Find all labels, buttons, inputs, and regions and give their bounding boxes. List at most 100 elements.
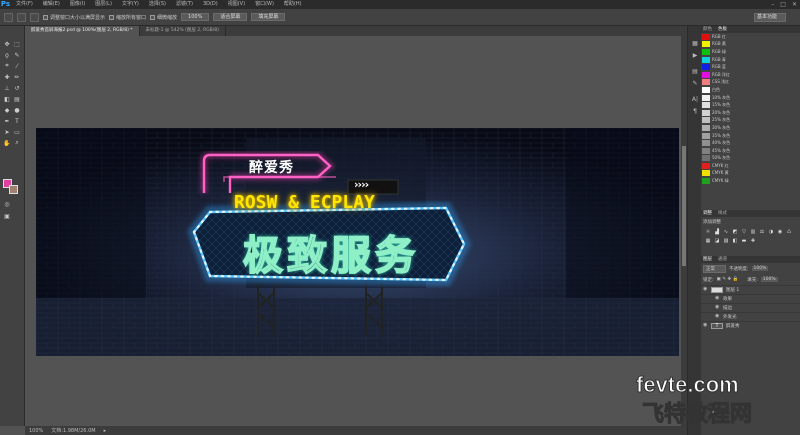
vibrance-icon[interactable]: ▽ <box>741 229 747 235</box>
crop-tool-icon[interactable]: ⌗ <box>3 62 11 70</box>
color-lookup-icon[interactable]: ▦ <box>705 238 711 244</box>
scrubby-zoom-checkbox[interactable]: 细微缩放 <box>150 14 177 21</box>
zoom-tool-icon[interactable]: ⌕ <box>13 139 21 147</box>
resize-windows-checkbox[interactable]: 调整窗口大小以满屏显示 <box>43 14 105 21</box>
status-arrow-icon[interactable]: ▸ <box>104 428 107 434</box>
swatch-color[interactable] <box>702 147 710 154</box>
history-panel-icon[interactable]: ▦ <box>691 40 699 48</box>
tab-swatches[interactable]: 色板 <box>718 26 727 33</box>
zoom-100-button[interactable]: 100% <box>181 13 210 21</box>
swatch-color[interactable] <box>702 124 710 131</box>
layer-row[interactable]: ◉ T 醉爱秀 <box>701 320 800 330</box>
swatch-item[interactable]: 35% 灰色 <box>701 132 800 140</box>
menu-type[interactable]: 文字(Y) <box>117 0 144 9</box>
swatch-color[interactable] <box>702 155 710 162</box>
threshold-icon[interactable]: ◧ <box>732 238 738 244</box>
swatch-item[interactable]: 25% 灰色 <box>701 117 800 125</box>
swatch-color[interactable] <box>702 170 710 177</box>
character-panel-icon[interactable]: A| <box>691 96 699 104</box>
visibility-eye-icon[interactable]: ◉ <box>703 287 708 292</box>
swatch-item[interactable]: CSS 浅红 <box>701 79 800 87</box>
swatch-color[interactable] <box>702 109 710 116</box>
fit-screen-button[interactable]: 适合屏幕 <box>213 13 248 21</box>
swatch-color[interactable] <box>702 132 710 139</box>
layer-row[interactable]: ◉ 描边 <box>701 302 800 312</box>
checkbox-box[interactable] <box>109 14 115 20</box>
zoom-out-icon[interactable] <box>30 12 39 22</box>
swatch-item[interactable]: RGB 红 <box>701 33 800 41</box>
move-tool-icon[interactable]: ✥ <box>3 40 11 48</box>
actions-panel-icon[interactable]: ▶ <box>691 52 699 60</box>
tab-document-1[interactable]: 醉爱秀首屏海报2.psd @ 100%(图层 2, RGB/8) * <box>25 26 140 36</box>
path-select-icon[interactable]: ➤ <box>3 128 11 136</box>
swatch-item[interactable]: 40% 灰色 <box>701 139 800 147</box>
fill-field[interactable]: 100% <box>760 277 778 283</box>
invert-icon[interactable]: ◪ <box>714 238 720 244</box>
screen-mode-icon[interactable]: ▣ <box>3 212 11 220</box>
swatch-item[interactable]: 20% 灰色 <box>701 109 800 117</box>
swatch-color[interactable] <box>702 94 710 101</box>
menu-window[interactable]: 窗口(W) <box>250 0 279 9</box>
paragraph-panel-icon[interactable]: ¶ <box>691 108 699 116</box>
dodge-tool-icon[interactable]: ● <box>13 106 21 114</box>
swatch-color[interactable] <box>702 48 710 55</box>
swatch-item[interactable]: 50% 灰色 <box>701 155 800 163</box>
tab-channels[interactable]: 通道 <box>718 256 727 263</box>
swatch-item[interactable]: RGB 青 <box>701 56 800 64</box>
menu-select[interactable]: 选择(S) <box>144 0 171 9</box>
poster-canvas[interactable]: 醉爱秀 ›››› ROSW & ECPLAY 极致服务 <box>36 128 679 356</box>
layer-row[interactable]: ◉ 图层 1 <box>701 284 800 294</box>
zoom-all-checkbox[interactable]: 缩放所有窗口 <box>109 14 146 21</box>
checkbox-box[interactable] <box>150 14 156 20</box>
healing-brush-icon[interactable]: ✚ <box>3 73 11 81</box>
marquee-tool-icon[interactable]: ⬚ <box>13 40 21 48</box>
scrollbar-thumb[interactable] <box>682 146 686 266</box>
lock-icons[interactable]: ▣ ✎ ✥ 🔒 <box>717 277 739 282</box>
exposure-icon[interactable]: ◩ <box>732 229 738 235</box>
visibility-eye-icon[interactable]: ◉ <box>715 314 720 319</box>
zoom-in-icon[interactable] <box>17 12 26 22</box>
stamp-tool-icon[interactable]: ⊥ <box>3 84 11 92</box>
swatch-item[interactable]: RGB 洋红 <box>701 71 800 79</box>
close-icon[interactable]: ✕ <box>792 0 797 9</box>
swatch-item[interactable]: RGB 蓝 <box>701 63 800 71</box>
blur-tool-icon[interactable]: ◆ <box>3 106 11 114</box>
swatch-item[interactable]: RGB 绿 <box>701 48 800 56</box>
hue-saturation-icon[interactable]: ▥ <box>750 229 756 235</box>
swatch-color[interactable] <box>702 117 710 124</box>
swatch-color[interactable] <box>702 41 710 48</box>
visibility-eye-icon[interactable]: ◉ <box>715 305 720 310</box>
minimize-icon[interactable]: – <box>771 0 774 9</box>
swatch-color[interactable] <box>702 33 710 40</box>
swatch-color[interactable] <box>702 71 710 78</box>
shape-tool-icon[interactable]: ▭ <box>13 128 21 136</box>
quick-select-icon[interactable]: ✎ <box>13 51 21 59</box>
swatch-color[interactable] <box>702 102 710 109</box>
brightness-icon[interactable]: ☼ <box>705 229 711 235</box>
swatch-item[interactable]: 15% 灰色 <box>701 101 800 109</box>
background-color[interactable] <box>9 185 18 194</box>
swatch-color[interactable] <box>702 140 710 147</box>
menu-layer[interactable]: 图层(L) <box>90 0 117 9</box>
tab-layers[interactable]: 图层 <box>703 256 712 263</box>
swatch-color[interactable] <box>702 178 710 185</box>
maximize-icon[interactable]: □ <box>780 0 786 9</box>
menu-view[interactable]: 视图(V) <box>223 0 250 9</box>
swatch-color[interactable] <box>702 64 710 71</box>
checkbox-box[interactable] <box>43 14 48 20</box>
type-tool-icon[interactable]: T <box>13 117 21 125</box>
menu-3d[interactable]: 3D(D) <box>198 0 223 9</box>
swatch-color[interactable] <box>702 79 710 86</box>
opacity-field[interactable]: 100% <box>751 266 769 272</box>
quick-mask-icon[interactable]: ◎ <box>3 200 11 208</box>
zoom-tool-icon[interactable] <box>4 12 13 22</box>
curves-icon[interactable]: ∿ <box>723 229 729 235</box>
gradient-map-icon[interactable]: ▬ <box>741 238 747 244</box>
swatch-item[interactable]: 45% 灰色 <box>701 147 800 155</box>
history-brush-icon[interactable]: ↺ <box>13 84 21 92</box>
visibility-eye-icon[interactable]: ◉ <box>715 296 720 301</box>
swatch-item[interactable]: 白色 <box>701 86 800 94</box>
info-panel-icon[interactable]: ▤ <box>691 68 699 76</box>
swatch-item[interactable]: CMYK 红 <box>701 162 800 170</box>
pen-tool-icon[interactable]: ✒ <box>3 117 11 125</box>
